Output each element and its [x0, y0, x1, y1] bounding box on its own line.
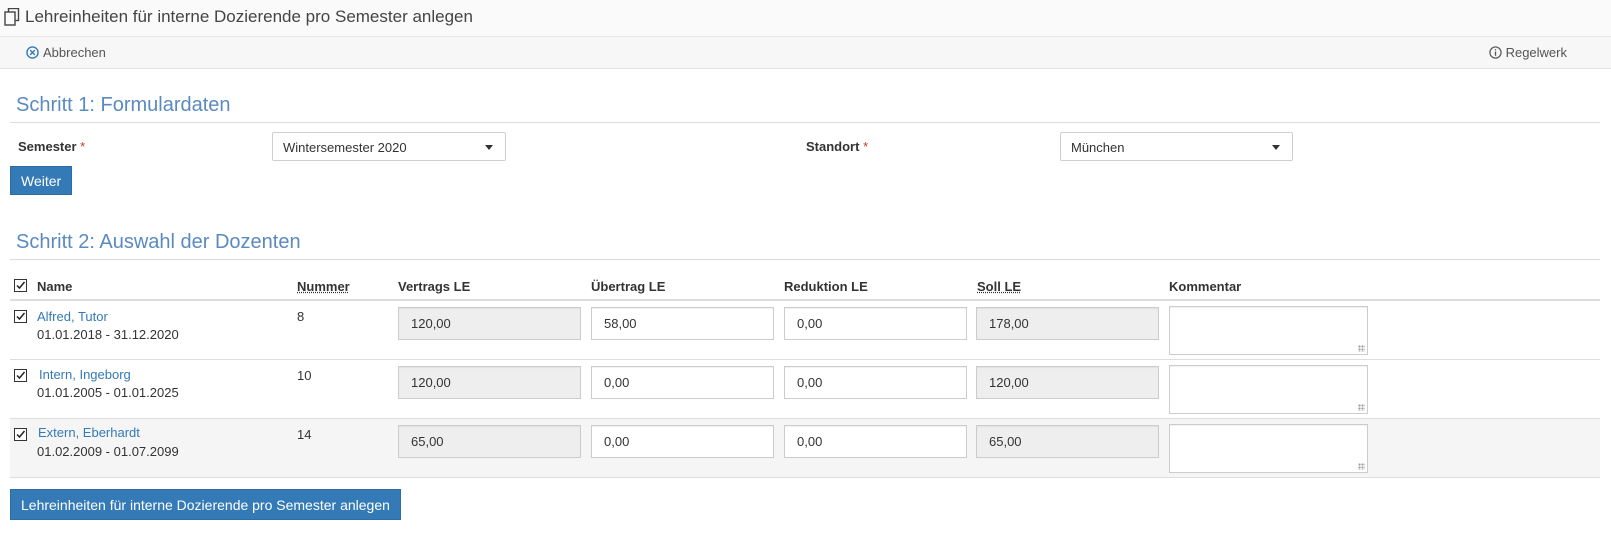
- location-value: München: [1071, 140, 1125, 155]
- required-marker: *: [863, 139, 869, 154]
- lecturer-number: 14: [297, 427, 312, 442]
- col-carryover: Übertrag LE: [591, 279, 666, 294]
- col-comment: Kommentar: [1169, 279, 1242, 294]
- contract-dates: 01.01.2018 - 31.12.2020: [37, 327, 179, 342]
- page-title: Lehreinheiten für interne Dozierende pro…: [25, 7, 473, 26]
- contract-dates: 01.01.2005 - 01.01.2025: [37, 385, 179, 400]
- contract-le-field: 65,00: [398, 425, 581, 458]
- row-checkbox[interactable]: [14, 428, 27, 441]
- reduction-le-input[interactable]: 0,00: [784, 425, 967, 458]
- contract-le-field: 120,00: [398, 366, 581, 399]
- col-reduction: Reduktion LE: [784, 279, 868, 294]
- semester-select[interactable]: Wintersemester 2020: [272, 132, 506, 161]
- toolbar: Abbrechen Regelwerk: [0, 37, 1611, 69]
- copy-icon: [4, 8, 20, 26]
- target-le-field: 120,00: [976, 366, 1159, 399]
- resize-grip-icon[interactable]: [1358, 345, 1365, 352]
- table-row: Extern, Eberhardt 01.02.2009 - 01.07.209…: [10, 419, 1600, 478]
- step1-title: Schritt 1: Formulardaten: [10, 90, 1600, 123]
- rules-label: Regelwerk: [1505, 45, 1567, 60]
- check-icon: [16, 430, 26, 439]
- caret-down-icon: [485, 145, 493, 150]
- col-target[interactable]: Soll LE: [977, 279, 1021, 294]
- table-row: Intern, Ingeborg 01.01.2005 - 01.01.2025…: [10, 360, 1600, 419]
- required-marker: *: [80, 139, 86, 154]
- col-contract: Vertrags LE: [398, 279, 471, 294]
- contract-le-field: 120,00: [398, 307, 581, 340]
- caret-down-icon: [1272, 145, 1280, 150]
- title-bar: Lehreinheiten für interne Dozierende pro…: [0, 0, 1611, 37]
- col-name[interactable]: Name: [37, 279, 72, 294]
- semester-label: Semester *: [18, 139, 86, 154]
- row-checkbox[interactable]: [14, 310, 27, 323]
- cancel-button[interactable]: Abbrechen: [26, 45, 106, 60]
- col-number[interactable]: Nummer: [297, 279, 350, 294]
- check-icon: [16, 312, 26, 321]
- step2-title: Schritt 2: Auswahl der Dozenten: [10, 227, 1600, 260]
- reduction-le-input[interactable]: 0,00: [784, 307, 967, 340]
- reduction-le-input[interactable]: 0,00: [784, 366, 967, 399]
- check-icon: [16, 371, 26, 380]
- select-all-checkbox[interactable]: [14, 279, 27, 292]
- info-circle-icon: [1488, 46, 1502, 59]
- next-button[interactable]: Weiter: [10, 166, 73, 195]
- semester-value: Wintersemester 2020: [283, 140, 407, 155]
- rules-button[interactable]: Regelwerk: [1488, 45, 1567, 60]
- cancel-label: Abbrechen: [43, 45, 106, 60]
- target-le-field: 178,00: [976, 307, 1159, 340]
- check-icon: [16, 281, 26, 290]
- submit-button[interactable]: Lehreinheiten für interne Dozierende pro…: [10, 489, 401, 520]
- resize-grip-icon[interactable]: [1358, 463, 1365, 470]
- row-checkbox[interactable]: [14, 369, 27, 382]
- resize-grip-icon[interactable]: [1358, 404, 1365, 411]
- carryover-le-input[interactable]: 0,00: [591, 366, 774, 399]
- lecturer-number: 10: [297, 368, 312, 383]
- lecturer-name-link[interactable]: Extern, Eberhardt: [38, 425, 140, 440]
- comment-textarea[interactable]: [1169, 424, 1368, 473]
- lecturer-name-link[interactable]: Intern, Ingeborg: [39, 367, 131, 382]
- contract-dates: 01.02.2009 - 01.07.2099: [37, 444, 179, 459]
- carryover-le-input[interactable]: 58,00: [591, 307, 774, 340]
- location-label: Standort *: [806, 139, 869, 154]
- table-row: Alfred, Tutor 01.01.2018 - 31.12.2020 8 …: [10, 301, 1600, 360]
- target-le-field: 65,00: [976, 425, 1159, 458]
- cancel-circle-icon: [26, 46, 39, 59]
- location-select[interactable]: München: [1060, 132, 1293, 161]
- lecturer-name-link[interactable]: Alfred, Tutor: [37, 309, 108, 324]
- comment-textarea[interactable]: [1169, 365, 1368, 414]
- carryover-le-input[interactable]: 0,00: [591, 425, 774, 458]
- comment-textarea[interactable]: [1169, 306, 1368, 355]
- lecturer-number: 8: [297, 309, 305, 324]
